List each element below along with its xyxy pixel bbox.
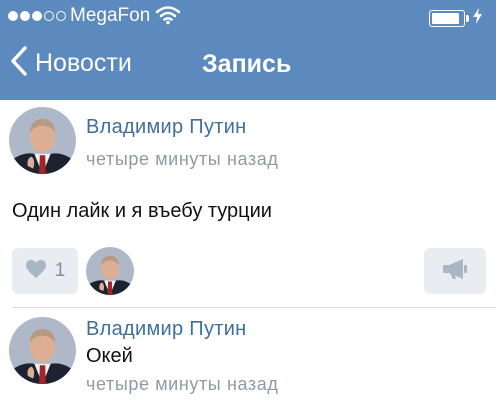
avatar[interactable] bbox=[9, 107, 76, 174]
signal-dot bbox=[56, 11, 66, 21]
signal-dot bbox=[8, 11, 18, 21]
battery-level bbox=[432, 13, 459, 24]
comment-author-name[interactable]: Владимир Путин bbox=[86, 318, 247, 341]
back-button-label: Новости bbox=[35, 49, 132, 77]
like-count: 1 bbox=[54, 260, 66, 281]
app-header: MegaFon Новости Запись bbox=[0, 0, 496, 100]
signal-dot bbox=[32, 11, 42, 21]
signal-dots-icon bbox=[8, 11, 66, 21]
like-button[interactable]: 1 bbox=[12, 248, 78, 294]
signal-dot bbox=[20, 11, 30, 21]
comment-text: Окей bbox=[86, 345, 133, 367]
signal-dot bbox=[44, 11, 54, 21]
carrier-name: MegaFon bbox=[70, 5, 151, 26]
battery-tip bbox=[466, 15, 469, 22]
post-author-name[interactable]: Владимир Путин bbox=[86, 116, 247, 139]
chevron-left-icon bbox=[10, 46, 28, 81]
megaphone-icon bbox=[442, 258, 468, 285]
heart-icon bbox=[25, 259, 47, 284]
battery-body bbox=[429, 10, 465, 27]
comment-avatar[interactable] bbox=[9, 317, 76, 384]
battery-icon bbox=[429, 8, 482, 29]
divider bbox=[12, 307, 496, 308]
share-button[interactable] bbox=[424, 248, 486, 294]
back-button[interactable]: Новости bbox=[10, 46, 132, 81]
page-title: Запись bbox=[202, 50, 292, 78]
charging-bolt-icon bbox=[473, 8, 482, 29]
post-text: Один лайк и я въебу турции bbox=[12, 200, 272, 222]
wifi-icon bbox=[155, 5, 181, 30]
liker-avatar[interactable] bbox=[86, 247, 134, 295]
comment-timestamp: четыре минуты назад bbox=[86, 374, 279, 394]
status-bar: MegaFon bbox=[0, 0, 496, 32]
post-timestamp: четыре минуты назад bbox=[86, 149, 279, 169]
